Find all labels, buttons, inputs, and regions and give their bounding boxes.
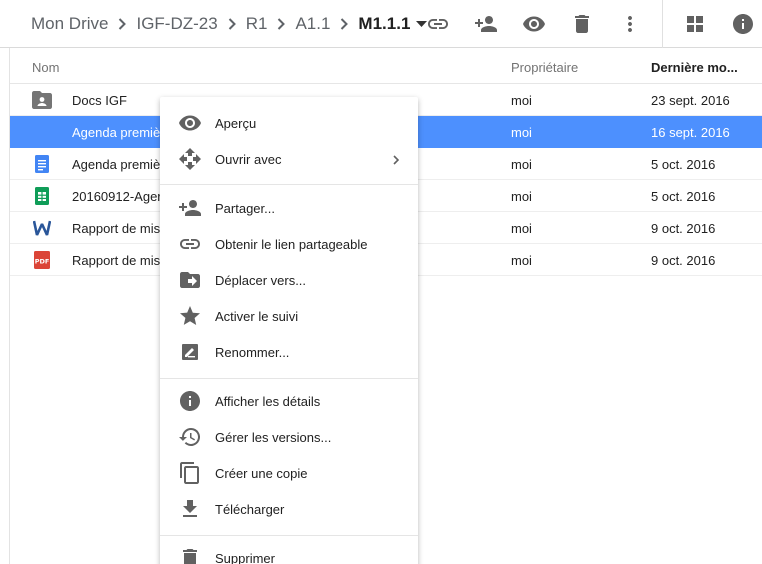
file-modified-date: 9 oct. 2016 (651, 221, 716, 236)
chevron-right-icon (118, 18, 127, 30)
add-person-icon (178, 196, 202, 220)
move-folder-icon (178, 268, 202, 292)
breadcrumb-mon-drive[interactable]: Mon Drive (31, 14, 108, 34)
download-icon (178, 497, 202, 521)
preview-eye-icon[interactable] (522, 12, 546, 36)
breadcrumb-r1[interactable]: R1 (246, 14, 268, 34)
file-modified-date: 5 oct. 2016 (651, 189, 716, 204)
file-modified-date: 23 sept. 2016 (651, 93, 730, 108)
file-owner: moi (511, 253, 532, 268)
link-icon (178, 232, 202, 256)
shared-folder-icon (32, 91, 52, 109)
menu-divider (160, 184, 418, 185)
menu-item-label: Déplacer vers... (215, 273, 307, 288)
breadcrumb-a1-1[interactable]: A1.1 (295, 14, 330, 34)
more-vert-icon[interactable] (618, 12, 642, 36)
sheet-icon (32, 187, 52, 205)
file-name: Agenda premiè (72, 125, 161, 140)
file-name: Agenda premiè (72, 157, 161, 172)
file-name: Rapport de mis (72, 253, 161, 268)
open-with-icon (178, 147, 202, 171)
share-person-icon[interactable] (474, 12, 498, 36)
menu-item-open-with[interactable]: Ouvrir avec (160, 141, 418, 177)
rename-icon (178, 340, 202, 364)
menu-item-details[interactable]: Afficher les détails (160, 383, 418, 419)
chevron-right-icon (228, 18, 236, 30)
menu-item-preview[interactable]: Aperçu (160, 105, 418, 141)
doc-icon (32, 123, 52, 141)
word-icon (32, 219, 52, 237)
trash-icon[interactable] (570, 12, 594, 36)
pdf-icon: PDF (32, 251, 52, 269)
menu-item-label: Télécharger (215, 502, 285, 517)
menu-item-label: Renommer... (215, 345, 290, 360)
menu-item-rename[interactable]: Renommer... (160, 334, 418, 370)
column-header-modified[interactable]: Dernière mo... (651, 60, 738, 75)
menu-item-label: Supprimer (215, 551, 275, 564)
column-header-name[interactable]: Nom (32, 60, 59, 75)
file-owner: moi (511, 221, 532, 236)
file-owner: moi (511, 157, 532, 172)
menu-item-get-link[interactable]: Obtenir le lien partageable (160, 226, 418, 262)
file-owner: moi (511, 93, 532, 108)
menu-item-download[interactable]: Télécharger (160, 491, 418, 527)
file-name: Rapport de mis (72, 221, 161, 236)
context-menu: Aperçu Ouvrir avec Partager... Obtenir l… (160, 97, 418, 564)
menu-item-label: Afficher les détails (215, 394, 321, 409)
menu-item-label: Partager... (215, 201, 275, 216)
file-modified-date: 9 oct. 2016 (651, 253, 716, 268)
menu-divider (160, 378, 418, 379)
menu-item-label: Créer une copie (215, 466, 308, 481)
submenu-arrow-icon (393, 153, 400, 168)
file-name: 20160912-Ager (72, 189, 162, 204)
copy-icon (178, 461, 202, 485)
file-owner: moi (511, 125, 532, 140)
breadcrumb-igf-dz-23[interactable]: IGF-DZ-23 (136, 14, 217, 34)
toolbar-divider (662, 0, 663, 48)
column-header-owner[interactable]: Propriétaire (511, 60, 578, 75)
eye-icon (178, 111, 202, 135)
menu-divider (160, 535, 418, 536)
menu-item-share[interactable]: Partager... (160, 190, 418, 226)
list-header: Nom Propriétaire Dernière mo... (10, 52, 762, 84)
menu-item-versions[interactable]: Gérer les versions... (160, 419, 418, 455)
file-name: Docs IGF (72, 93, 127, 108)
info-icon (178, 389, 202, 413)
drive-window: Mon Drive IGF-DZ-23 R1 A1.1 M1.1.1 Nom P… (0, 0, 762, 564)
link-icon[interactable] (426, 12, 450, 36)
history-icon (178, 425, 202, 449)
menu-item-label: Obtenir le lien partageable (215, 237, 368, 252)
breadcrumb: Mon Drive IGF-DZ-23 R1 A1.1 M1.1.1 (31, 0, 428, 48)
menu-item-label: Ouvrir avec (215, 152, 282, 167)
star-icon (178, 304, 202, 328)
top-bar: Mon Drive IGF-DZ-23 R1 A1.1 M1.1.1 (0, 0, 762, 48)
menu-item-copy[interactable]: Créer une copie (160, 455, 418, 491)
menu-item-move[interactable]: Déplacer vers... (160, 262, 418, 298)
file-modified-date: 16 sept. 2016 (651, 125, 730, 140)
menu-item-label: Gérer les versions... (215, 430, 332, 445)
doc-icon (32, 155, 52, 173)
menu-item-delete[interactable]: Supprimer (160, 540, 418, 564)
menu-item-label: Activer le suivi (215, 309, 299, 324)
chevron-right-icon (277, 18, 286, 30)
menu-item-label: Aperçu (215, 116, 257, 131)
svg-text:PDF: PDF (35, 258, 50, 266)
trash-icon (178, 546, 202, 564)
info-icon[interactable] (731, 12, 755, 36)
file-modified-date: 5 oct. 2016 (651, 157, 716, 172)
chevron-right-icon (340, 18, 349, 30)
file-owner: moi (511, 189, 532, 204)
grid-view-icon[interactable] (683, 12, 707, 36)
menu-item-star[interactable]: Activer le suivi (160, 298, 418, 334)
breadcrumb-current-folder[interactable]: M1.1.1 (358, 14, 410, 34)
